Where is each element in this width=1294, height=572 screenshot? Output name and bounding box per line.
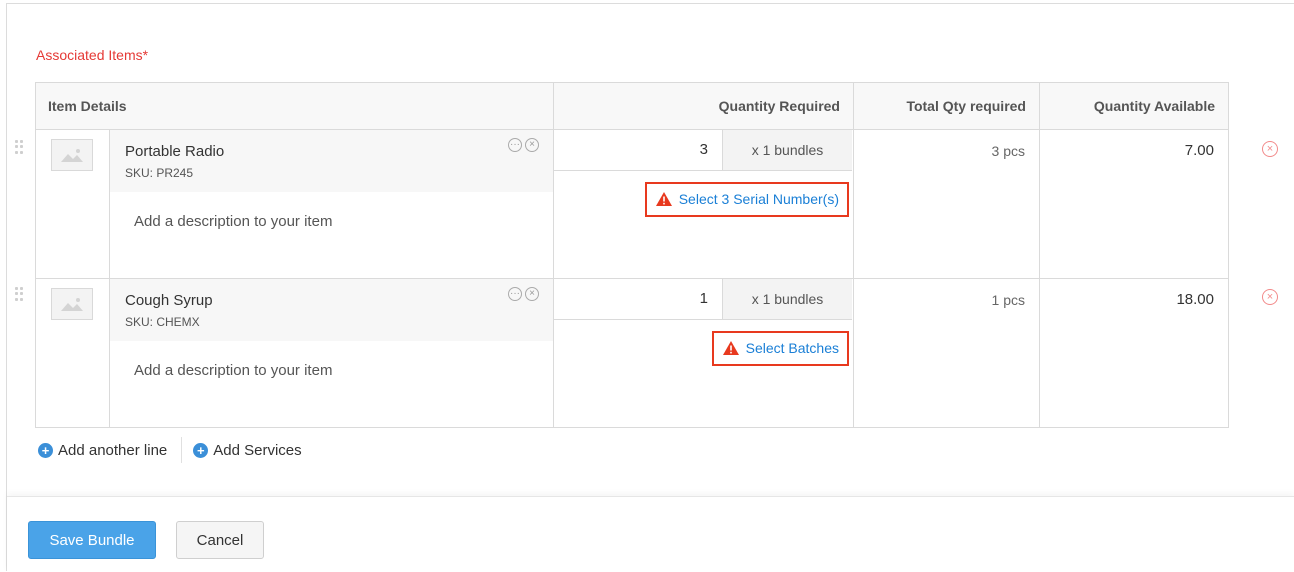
image-placeholder-icon[interactable] [51, 139, 93, 171]
total-qty-cell: 1 pcs [853, 278, 1040, 428]
select-serial-numbers-link[interactable]: Select 3 Serial Number(s) [644, 182, 849, 217]
item-image-cell[interactable] [35, 129, 110, 279]
plus-circle-icon[interactable]: + [193, 442, 209, 458]
image-placeholder-icon[interactable] [51, 288, 93, 320]
plus-circle-icon[interactable]: + [38, 442, 53, 458]
quantity-cell: 3 x 1 bundles Select 3 Serial Number(s) [553, 129, 854, 279]
drag-handle-icon[interactable] [15, 287, 23, 301]
section-title: Associated Items* [36, 47, 149, 63]
table-row: Portable Radio SKU: PR245 ··· × Add a de… [35, 129, 1229, 279]
total-qty-value: 3 pcs [991, 143, 1025, 159]
item-sku: SKU: CHEMX [125, 315, 200, 329]
total-qty-value: 1 pcs [991, 292, 1025, 308]
remove-row-icon[interactable]: × [1262, 289, 1278, 305]
quantity-unit: x 1 bundles [723, 130, 852, 170]
close-icon[interactable]: × [525, 287, 539, 301]
save-bundle-button[interactable]: Save Bundle [28, 521, 156, 559]
quantity-input[interactable]: 3 [554, 130, 723, 170]
item-name[interactable]: Cough Syrup [125, 292, 213, 309]
header-item-details: Item Details [35, 82, 554, 130]
select-batches-label: Select Batches [745, 340, 839, 356]
close-icon[interactable]: × [525, 138, 539, 152]
item-details-cell: Portable Radio SKU: PR245 ··· × Add a de… [109, 129, 554, 279]
quantity-cell: 1 x 1 bundles Select Batches [553, 278, 854, 428]
drag-handle-icon[interactable] [15, 140, 23, 154]
more-icon[interactable]: ··· [508, 287, 522, 301]
add-another-line-link[interactable]: Add another line [58, 442, 167, 459]
table-header: Item Details Quantity Required Total Qty… [35, 82, 1229, 130]
table-row: Cough Syrup SKU: CHEMX ··· × Add a descr… [35, 278, 1229, 428]
add-services-link[interactable]: Add Services [213, 442, 301, 459]
select-serial-numbers-label: Select 3 Serial Number(s) [678, 191, 839, 207]
divider [181, 437, 183, 463]
cancel-button[interactable]: Cancel [176, 521, 264, 559]
total-qty-cell: 3 pcs [853, 129, 1040, 279]
item-sku: SKU: PR245 [125, 166, 194, 180]
header-quantity-required: Quantity Required [553, 82, 854, 130]
warning-icon [655, 192, 672, 206]
remove-row-icon[interactable]: × [1262, 141, 1278, 157]
header-quantity-available: Quantity Available [1039, 82, 1229, 130]
add-line-actions: + Add another line + Add Services [38, 437, 302, 463]
quantity-unit: x 1 bundles [723, 279, 852, 319]
header-total-qty-required: Total Qty required [853, 82, 1040, 130]
select-batches-link[interactable]: Select Batches [711, 331, 849, 366]
items-table: Item Details Quantity Required Total Qty… [35, 82, 1229, 428]
description-field[interactable]: Add a description to your item [134, 362, 332, 379]
description-field[interactable]: Add a description to your item [134, 213, 332, 230]
more-icon[interactable]: ··· [508, 138, 522, 152]
form-footer: Save Bundle Cancel [7, 496, 1294, 572]
quantity-available-cell: 18.00 [1039, 278, 1229, 428]
quantity-input[interactable]: 1 [554, 279, 723, 319]
quantity-available-value: 18.00 [1176, 291, 1214, 308]
item-image-cell[interactable] [35, 278, 110, 428]
quantity-available-value: 7.00 [1184, 142, 1214, 159]
item-details-cell: Cough Syrup SKU: CHEMX ··· × Add a descr… [109, 278, 554, 428]
quantity-available-cell: 7.00 [1039, 129, 1229, 279]
item-name[interactable]: Portable Radio [125, 143, 224, 160]
warning-icon [722, 341, 739, 355]
